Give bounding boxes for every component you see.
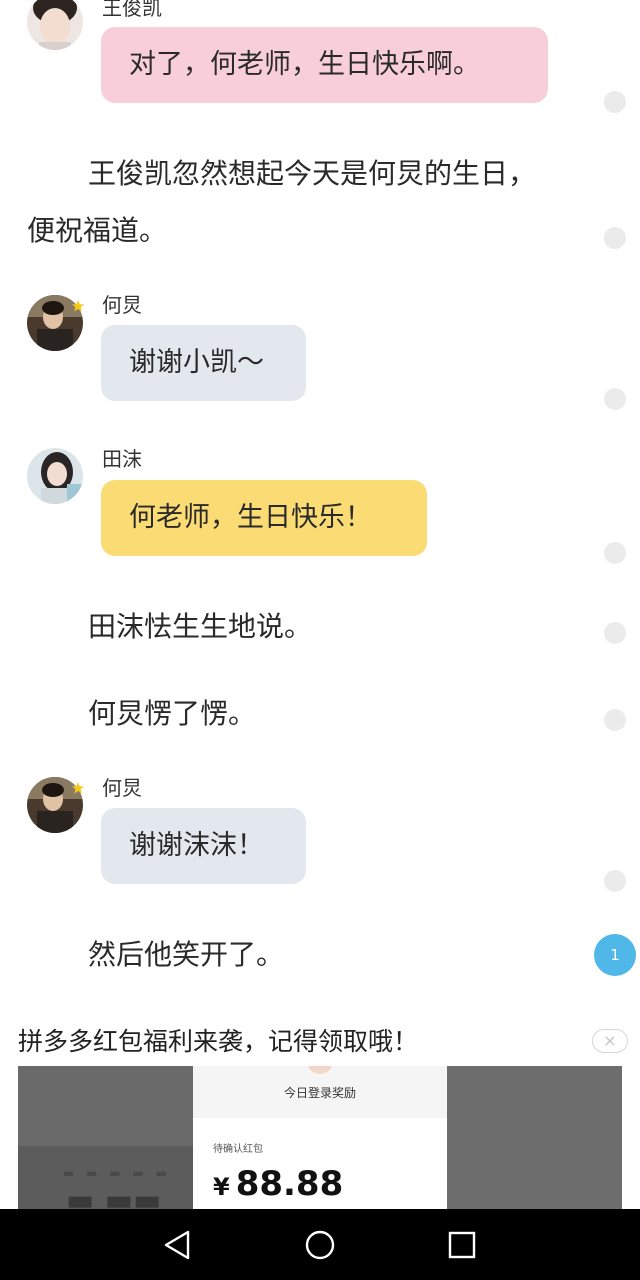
narration-text: 然后他笑开了。 — [88, 938, 285, 971]
avatar-wangjunkai[interactable] — [27, 0, 83, 50]
comment-dot[interactable] — [604, 622, 626, 644]
comment-count-badge[interactable]: 1 — [594, 934, 636, 976]
speaker-name: 何炅 — [102, 776, 142, 800]
comment-dot[interactable] — [604, 227, 626, 249]
star-badge-icon — [72, 300, 84, 312]
ad-reward-card: 今日登录奖励 待确认红包 ¥88.88 — [193, 1066, 447, 1209]
narration-text: 便祝福道。 — [27, 214, 168, 247]
currency-symbol: ¥ — [213, 1173, 230, 1201]
comment-dot[interactable] — [604, 542, 626, 564]
avatar-tianmo[interactable] — [27, 448, 83, 504]
ad-pending-label: 待确认红包 — [213, 1144, 263, 1155]
star-badge-icon — [72, 782, 84, 794]
speaker-name: 田沫 — [102, 447, 142, 471]
comment-dot[interactable] — [604, 388, 626, 410]
circle-home-icon[interactable] — [302, 1227, 338, 1263]
message-bubble[interactable]: 谢谢沫沫！ — [101, 808, 306, 884]
ad-card-heading: 今日登录奖励 — [283, 1086, 356, 1100]
ad-title[interactable]: 拼多多红包福利来袭，记得领取哦！ — [18, 1022, 418, 1058]
message-bubble[interactable]: 对了，何老师，生日快乐啊。 — [101, 27, 548, 103]
square-recent-icon[interactable] — [444, 1227, 480, 1263]
narration-text: 王俊凯忽然想起今天是何炅的生日， — [88, 157, 537, 190]
ad-background-left: ▬ ▬ ▬ ▬ ▬ ▬ ▬▬ — [18, 1066, 193, 1209]
ad-close-button[interactable]: × — [592, 1029, 628, 1053]
navigation-bar — [0, 1209, 640, 1280]
comment-dot[interactable] — [604, 870, 626, 892]
comment-dot[interactable] — [604, 91, 626, 113]
triangle-back-icon[interactable] — [160, 1227, 196, 1263]
speaker-name: 何炅 — [102, 293, 142, 317]
message-bubble[interactable]: 谢谢小凯～ — [101, 325, 306, 401]
ad-amount-value: 88.88 — [235, 1164, 344, 1204]
ad-background-right — [447, 1066, 622, 1209]
narration-text: 何炅愣了愣。 — [88, 697, 257, 730]
ad-amount: ¥88.88 — [213, 1164, 343, 1204]
speaker-name: 王俊凯 — [102, 0, 162, 20]
ad-image[interactable]: ▬ ▬ ▬ ▬ ▬ ▬ ▬▬ 今日登录奖励 待确认红包 ¥88.88 — [18, 1066, 622, 1209]
comment-dot[interactable] — [604, 709, 626, 731]
message-bubble[interactable]: 何老师，生日快乐！ — [101, 480, 427, 556]
narration-text: 田沫怯生生地说。 — [88, 610, 313, 643]
